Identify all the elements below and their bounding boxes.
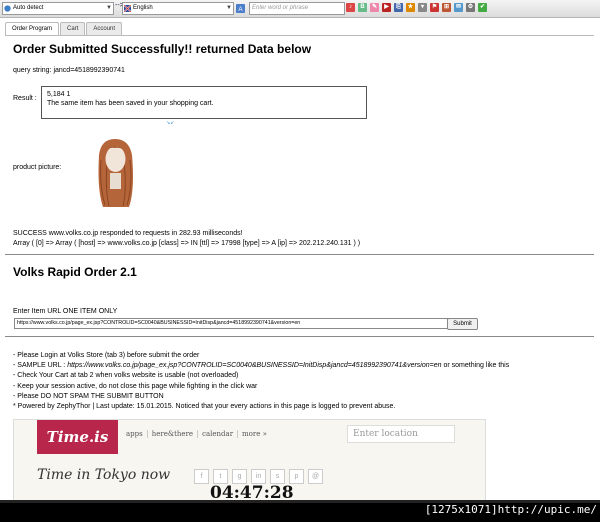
query-string: query string: jancd=4518992390741 [13, 67, 125, 74]
twitter-icon[interactable]: t [213, 469, 228, 484]
translate-icon[interactable]: A [236, 4, 245, 13]
email-icon[interactable]: @ [308, 469, 323, 484]
url-label: Enter Item URL ONE ITEM ONLY [13, 308, 118, 315]
book-icon[interactable]: B [358, 3, 367, 12]
nav-calendar[interactable]: calendar [202, 430, 239, 438]
resize-handle-icon: ↘↙ [166, 120, 175, 126]
note-sample-prefix: - SAMPLE URL : [13, 362, 68, 370]
submit-button[interactable]: Submit [447, 318, 478, 330]
google-plus-icon[interactable]: g [232, 469, 247, 484]
result-label: Result : [13, 95, 37, 102]
time-is-nav: apps here&there calendar more » [126, 430, 271, 438]
target-language-select[interactable]: English ▼ [122, 2, 234, 15]
divider [5, 254, 594, 255]
copy-icon[interactable]: ⎘ [394, 3, 403, 12]
facebook-icon[interactable]: f [194, 469, 209, 484]
mail-icon[interactable]: ✉ [454, 3, 463, 12]
globe-icon [4, 5, 11, 12]
youtube-icon[interactable]: ▶ [382, 3, 391, 12]
translate-toolbar: Auto detect ▼ --> English ▼ A Enter word… [0, 0, 600, 18]
nav-apps[interactable]: apps [126, 430, 148, 438]
social-buttons: f t g in s p @ [194, 469, 323, 484]
time-is-logo[interactable]: Time.is [37, 420, 118, 454]
note-item: - Keep your session active, do not close… [13, 382, 258, 390]
linkedin-icon[interactable]: in [251, 469, 266, 484]
gear-icon[interactable]: ⚙ [466, 3, 475, 12]
nav-here-there[interactable]: here&there [152, 430, 199, 438]
note-sample-suffix: or something like this [441, 362, 510, 370]
product-image [93, 135, 138, 208]
bookmark-icon[interactable]: ⊞ [442, 3, 451, 12]
chevron-down-icon: ▼ [106, 5, 112, 11]
pinterest-icon[interactable]: p [289, 469, 304, 484]
result-line-1: 5,184 1 [47, 91, 71, 98]
speaker-icon[interactable]: ♪ [346, 3, 355, 12]
instructions-list: - Please Login at Volks Store (tab 3) be… [13, 351, 509, 412]
location-input[interactable]: Enter location [347, 425, 455, 443]
chevron-down-icon: ▼ [226, 5, 232, 11]
rapid-order-title: Volks Rapid Order 2.1 [13, 265, 137, 279]
result-box: 5,184 1 The same item has been saved in … [41, 86, 367, 119]
tab-account[interactable]: Account [86, 22, 123, 35]
product-picture-label: product picture: [13, 164, 62, 171]
pen-icon[interactable]: ✎ [370, 3, 379, 12]
stumbleupon-icon[interactable]: s [270, 469, 285, 484]
word-search-input[interactable]: Enter word or phrase [249, 2, 345, 15]
note-item: - Please DO NOT SPAM THE SUBMIT BUTTON [13, 392, 164, 400]
toolbar-icon-row: ♪ B ✎ ▶ ⎘ ★ ▾ ⚑ ⊞ ✉ ⚙ ✔ [346, 3, 487, 14]
source-language-label: Auto detect [13, 5, 44, 11]
watermark: [1275x1071]http://upic.me/ [424, 503, 597, 516]
star-icon[interactable]: ★ [406, 3, 415, 12]
divider [5, 336, 594, 337]
sample-url: https://www.volks.co.jp/page_ex.jsp?CONT… [67, 362, 442, 370]
note-item: - Please Login at Volks Store (tab 3) be… [13, 352, 200, 359]
note-item: * Powered by ZephyThor | Last update: 15… [13, 403, 396, 411]
dns-array-output: Array ( [0] => Array ( [host] => www.vol… [13, 240, 361, 247]
tab-bar: Order Program Cart Account [5, 22, 123, 36]
nav-more[interactable]: more » [242, 430, 271, 438]
note-item: - SAMPLE URL : https://www.volks.co.jp/p… [13, 361, 509, 371]
item-url-input[interactable]: https://www.volks.co.jp/page_ex.jsp?CONT… [14, 318, 448, 329]
time-is-widget: Time.is apps here&there calendar more » … [13, 419, 486, 503]
city-heading: Time in Tokyo now [37, 467, 171, 483]
source-language-select[interactable]: Auto detect ▼ [2, 2, 114, 15]
browser-page: Auto detect ▼ --> English ▼ A Enter word… [0, 0, 600, 522]
tab-content: Order Submitted Successfully!! returned … [5, 35, 594, 503]
success-message: SUCCESS www.volks.co.jp responded to req… [13, 230, 243, 237]
page-title: Order Submitted Successfully!! returned … [13, 42, 312, 56]
note-item: - Check Your Cart at tab 2 when volks we… [13, 372, 239, 380]
target-language-label: English [133, 5, 153, 11]
tab-cart[interactable]: Cart [60, 22, 86, 35]
tab-order-program[interactable]: Order Program [5, 22, 60, 36]
flag-icon [124, 5, 131, 12]
flag-icon[interactable]: ⚑ [430, 3, 439, 12]
result-line-2: The same item has been saved in your sho… [47, 100, 214, 107]
chevron-down-icon[interactable]: ▾ [418, 3, 427, 12]
check-icon[interactable]: ✔ [478, 3, 487, 12]
